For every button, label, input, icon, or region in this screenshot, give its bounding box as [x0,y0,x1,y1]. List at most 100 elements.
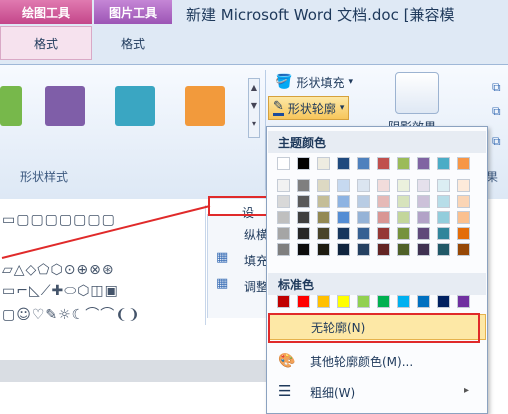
theme-shade-cell[interactable] [377,243,390,256]
standard-color-cell[interactable] [377,295,390,308]
theme-shade-cell[interactable] [317,179,330,192]
theme-shade-cell[interactable] [357,227,370,240]
theme-color-cell[interactable] [317,157,330,170]
theme-color-cell[interactable] [457,157,470,170]
theme-shade-cell[interactable] [377,195,390,208]
theme-shade-cell[interactable] [377,211,390,224]
standard-color-cell[interactable] [337,295,350,308]
theme-shade-cell[interactable] [277,211,290,224]
pointer-arrow [1,205,211,259]
theme-color-cell[interactable] [417,157,430,170]
shadow-effects-icon[interactable] [395,72,439,114]
theme-shade-cell[interactable] [297,211,310,224]
tab-format-picture[interactable]: 格式 [94,26,172,60]
standard-color-cell[interactable] [397,295,410,308]
standard-color-cell[interactable] [357,295,370,308]
theme-shade-cell[interactable] [317,227,330,240]
theme-shade-cell[interactable] [297,243,310,256]
drawing-tools-tab[interactable]: 绘图工具 格式 [0,0,92,64]
theme-shade-cell[interactable] [437,211,450,224]
style-swatch-teal[interactable] [115,86,155,126]
theme-color-cell[interactable] [357,157,370,170]
group-icon[interactable]: ⧉ [492,134,501,149]
theme-shade-cell[interactable] [277,243,290,256]
theme-color-cell[interactable] [397,157,410,170]
theme-shade-cell[interactable] [337,211,350,224]
style-swatch-purple[interactable] [45,86,85,126]
shape-outline-button[interactable]: ✎ 形状轮廓 ▾ [268,96,350,120]
theme-shade-cell[interactable] [457,179,470,192]
theme-shade-cell[interactable] [437,243,450,256]
theme-shade-cell[interactable] [397,179,410,192]
theme-shade-cell[interactable] [337,243,350,256]
theme-shade-cell[interactable] [357,195,370,208]
style-swatch-green[interactable] [0,86,22,126]
theme-shade-cell[interactable] [297,227,310,240]
shape-row-basic-3[interactable]: ▢☺♡✎☼☾⌒⌒❨❩ [2,304,141,324]
outline-color-dropdown: 主题颜色 标准色 无轮廓(N) 🎨 其他轮廓颜色(M)... ☰ 粗细(W) ▸ [266,126,488,414]
align-icon[interactable]: ⧉ [492,104,501,119]
theme-color-cell[interactable] [437,157,450,170]
theme-color-cell[interactable] [277,157,290,170]
standard-color-cell[interactable] [277,295,290,308]
theme-color-cell[interactable] [377,157,390,170]
theme-shade-cell[interactable] [437,227,450,240]
theme-shade-cell[interactable] [417,227,430,240]
theme-shade-cell[interactable] [357,243,370,256]
more-colors-item[interactable]: 🎨 其他轮廓颜色(M)... [268,348,486,374]
theme-shade-cell[interactable] [377,179,390,192]
picture-tools-tab[interactable]: 图片工具 格式 [94,0,172,64]
theme-shade-cell[interactable] [457,211,470,224]
theme-shade-cell[interactable] [337,195,350,208]
theme-shade-cell[interactable] [457,195,470,208]
theme-shade-cell[interactable] [317,195,330,208]
weight-item[interactable]: ☰ 粗细(W) ▸ [268,379,486,405]
side-label-adjust[interactable]: 调整 [244,278,268,295]
theme-shade-cell[interactable] [357,211,370,224]
shape-fill-label: 形状填充 [296,75,345,90]
theme-shade-cell[interactable] [397,195,410,208]
shape-row-basic-2[interactable]: ▭⌐◺⟋✚⬭⬡◫▣ [2,283,119,299]
theme-shade-cell[interactable] [437,179,450,192]
tab-format-drawing[interactable]: 格式 [0,26,92,60]
standard-color-cell[interactable] [317,295,330,308]
style-swatch-orange[interactable] [185,86,225,126]
theme-color-cell[interactable] [337,157,350,170]
theme-shade-cell[interactable] [317,211,330,224]
standard-color-cell[interactable] [437,295,450,308]
shape-outline-label: 形状轮廓 [287,101,336,116]
theme-shade-cell[interactable] [457,227,470,240]
theme-shade-cell[interactable] [417,179,430,192]
drawing-tools-label: 绘图工具 [0,0,92,24]
theme-shade-cell[interactable] [457,243,470,256]
theme-shade-cell[interactable] [437,195,450,208]
title-bar: 绘图工具 格式 图片工具 格式 新建 Microsoft Word 文档.doc… [0,0,508,64]
theme-shade-cell[interactable] [277,227,290,240]
standard-color-cell[interactable] [417,295,430,308]
shape-fill-button[interactable]: 🪣 形状填充 ▾ [270,70,358,94]
theme-color-cell[interactable] [297,157,310,170]
side-label-fill[interactable]: 填充 [244,252,268,269]
theme-shade-cell[interactable] [397,243,410,256]
theme-shade-cell[interactable] [297,179,310,192]
theme-shade-cell[interactable] [417,195,430,208]
theme-colors-header: 主题颜色 [268,131,486,153]
theme-shade-cell[interactable] [397,227,410,240]
theme-shade-cell[interactable] [317,243,330,256]
theme-shade-cell[interactable] [417,243,430,256]
arrange-icon[interactable]: ⧉ [492,80,501,95]
side-label-partial-2: 纵横 [244,228,269,242]
theme-shade-cell[interactable] [337,179,350,192]
theme-shade-cell[interactable] [277,195,290,208]
theme-shade-cell[interactable] [297,195,310,208]
theme-shade-cell[interactable] [337,227,350,240]
theme-shade-cell[interactable] [357,179,370,192]
theme-shade-cell[interactable] [397,211,410,224]
standard-color-cell[interactable] [457,295,470,308]
theme-shade-cell[interactable] [277,179,290,192]
standard-color-cell[interactable] [297,295,310,308]
theme-shade-cell[interactable] [417,211,430,224]
theme-shade-cell[interactable] [377,227,390,240]
picture-tools-label: 图片工具 [94,0,172,24]
gallery-scroll[interactable]: ▲ ▼ ▾ [248,78,260,138]
